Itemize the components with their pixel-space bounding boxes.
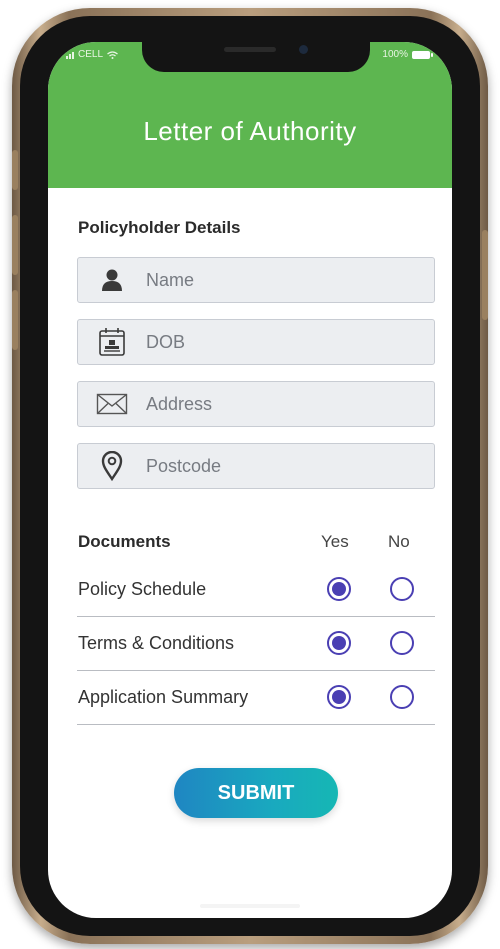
postcode-input[interactable]	[146, 455, 416, 477]
document-row-application-summary: Application Summary	[77, 671, 435, 725]
battery-icon	[412, 50, 433, 59]
application-summary-no-radio[interactable]	[390, 685, 414, 709]
status-bar-left: CELL	[66, 49, 118, 60]
documents-title: Documents	[78, 532, 171, 551]
side-button-mute	[12, 150, 18, 190]
document-label: Policy Schedule	[78, 579, 207, 599]
policyholder-section-label: Policyholder Details	[78, 218, 241, 237]
submit-button[interactable]: SUBMIT	[174, 768, 338, 818]
person-icon	[78, 267, 146, 293]
document-row-terms-conditions: Terms & Conditions	[77, 617, 435, 671]
phone-notch	[142, 42, 370, 72]
policy-schedule-no-radio[interactable]	[390, 577, 414, 601]
app-header: CELL 100% Letter of Authority	[48, 42, 452, 188]
yes-column-label: Yes	[321, 532, 349, 551]
address-input[interactable]	[146, 393, 416, 415]
no-column-label: No	[388, 532, 410, 551]
home-indicator	[200, 904, 300, 908]
camera-icon	[299, 45, 308, 54]
speaker-grille	[224, 47, 276, 52]
name-input[interactable]	[146, 269, 416, 291]
address-field[interactable]	[77, 381, 435, 427]
side-button-volume-up	[12, 215, 18, 275]
signal-icon	[66, 51, 74, 59]
name-field[interactable]	[77, 257, 435, 303]
dob-field[interactable]	[77, 319, 435, 365]
documents-header: Documents Yes No	[78, 532, 436, 556]
document-label: Terms & Conditions	[78, 633, 235, 653]
document-label: Application Summary	[78, 687, 249, 707]
dob-input[interactable]	[146, 331, 416, 353]
calendar-icon	[78, 327, 146, 357]
side-button-volume-down	[12, 290, 18, 350]
carrier-label: CELL	[78, 49, 104, 60]
postcode-field[interactable]	[77, 443, 435, 489]
application-summary-yes-radio[interactable]	[327, 685, 351, 709]
battery-percentage: 100%	[382, 49, 408, 60]
page-title: Letter of Authority	[143, 116, 357, 146]
terms-conditions-yes-radio[interactable]	[327, 631, 351, 655]
envelope-icon	[78, 393, 146, 415]
phone-screen: CELL 100% Letter of Authority Policyhold…	[48, 42, 452, 918]
wifi-icon	[107, 50, 118, 59]
side-button-power	[482, 230, 488, 320]
location-pin-icon	[78, 451, 146, 481]
policy-schedule-yes-radio[interactable]	[327, 577, 351, 601]
document-row-policy-schedule: Policy Schedule	[77, 563, 435, 617]
terms-conditions-no-radio[interactable]	[390, 631, 414, 655]
status-bar-right: 100%	[382, 49, 433, 60]
